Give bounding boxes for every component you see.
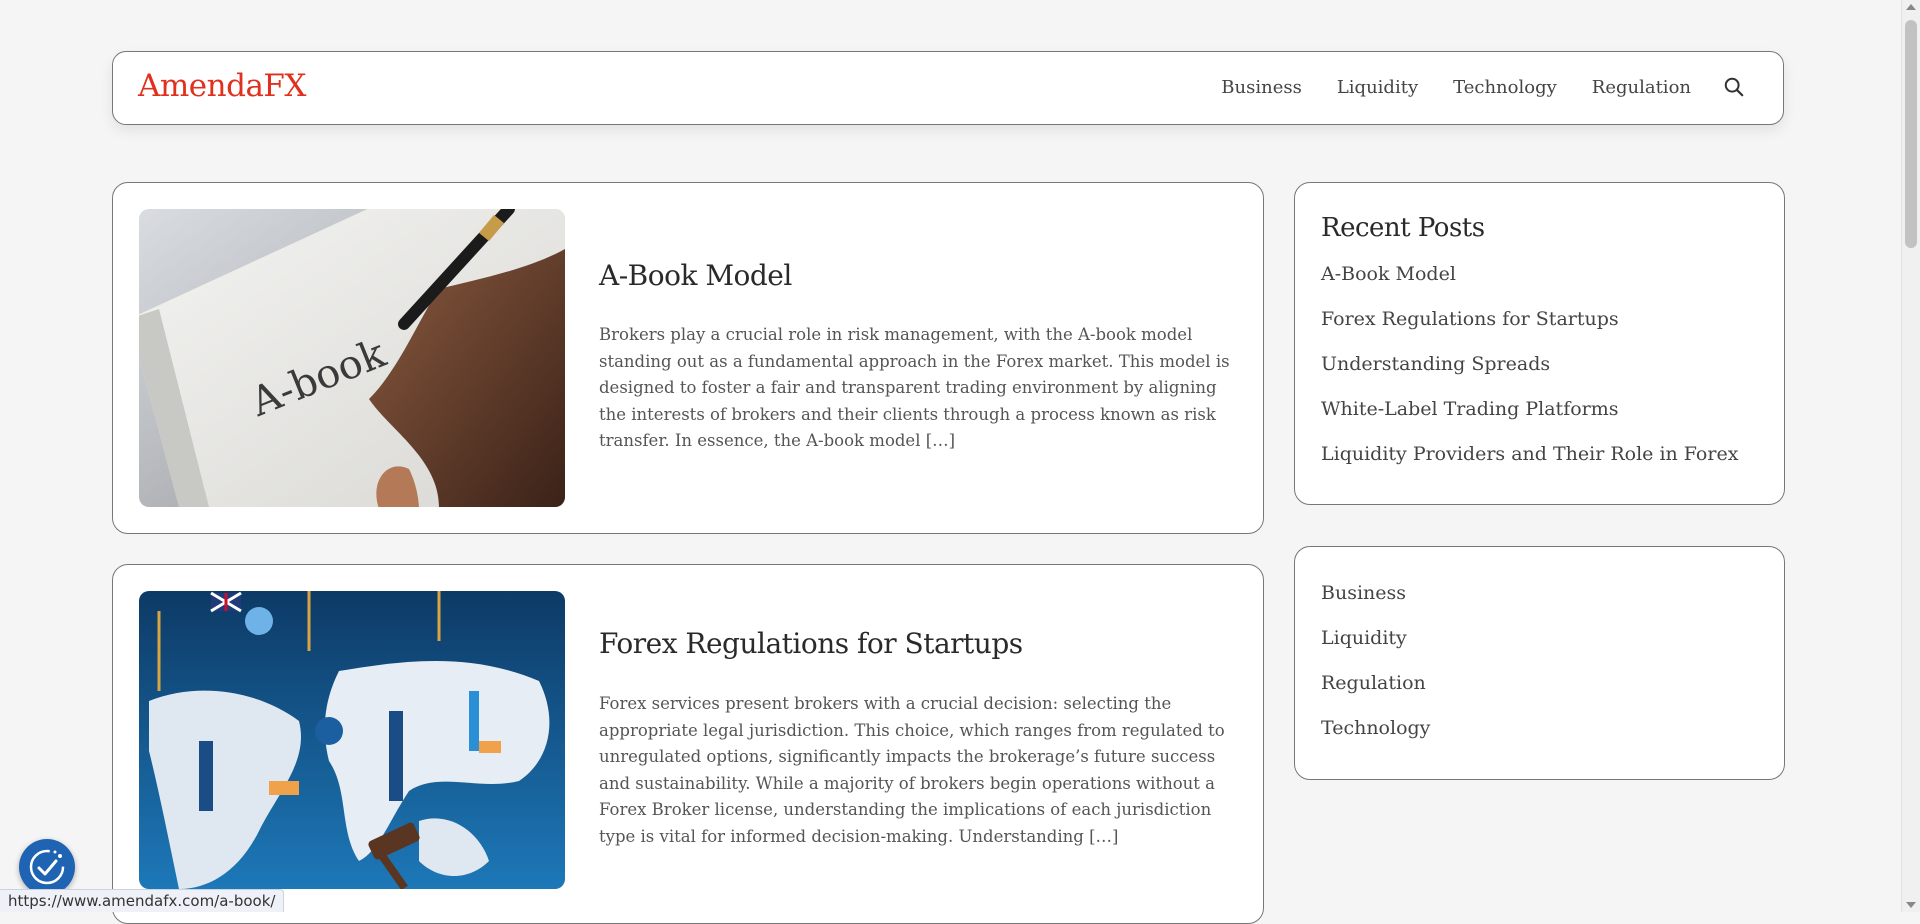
nav-liquidity[interactable]: Liquidity <box>1337 77 1418 98</box>
recent-posts-list: A-Book Model Forex Regulations for Start… <box>1321 263 1738 488</box>
cookie-consent-button[interactable] <box>19 839 75 895</box>
nav-business[interactable]: Business <box>1221 77 1302 98</box>
post-card: Forex Regulations for Startups Forex ser… <box>112 564 1264 924</box>
post-title[interactable]: Forex Regulations for Startups <box>599 627 1023 660</box>
recent-post-link[interactable]: Understanding Spreads <box>1321 353 1550 375</box>
scroll-up-arrow-icon[interactable] <box>1906 4 1916 10</box>
cookie-check-icon <box>29 849 65 885</box>
list-item: White-Label Trading Platforms <box>1321 398 1738 443</box>
recent-post-link[interactable]: Liquidity Providers and Their Role in Fo… <box>1321 443 1738 465</box>
category-link-technology[interactable]: Technology <box>1321 717 1430 739</box>
recent-post-link[interactable]: A-Book Model <box>1321 263 1456 285</box>
forex-map-image <box>139 591 565 889</box>
recent-post-link[interactable]: Forex Regulations for Startups <box>1321 308 1619 330</box>
scrollbar-thumb[interactable] <box>1905 20 1917 248</box>
main-nav: Business Liquidity Technology Regulation <box>1186 76 1745 98</box>
list-item: A-Book Model <box>1321 263 1738 308</box>
list-item: Liquidity Providers and Their Role in Fo… <box>1321 443 1738 488</box>
recent-post-link[interactable]: White-Label Trading Platforms <box>1321 398 1619 420</box>
recent-posts-title: Recent Posts <box>1321 213 1485 243</box>
category-link-regulation[interactable]: Regulation <box>1321 672 1426 694</box>
category-link-liquidity[interactable]: Liquidity <box>1321 627 1407 649</box>
site-logo[interactable]: AmendaFX <box>138 68 307 104</box>
list-item: Regulation <box>1321 672 1430 717</box>
search-icon[interactable] <box>1723 76 1745 98</box>
list-item: Technology <box>1321 717 1430 762</box>
post-thumbnail[interactable] <box>139 591 565 889</box>
post-thumbnail[interactable]: A-book <box>139 209 565 507</box>
post-excerpt: Brokers play a crucial role in risk mana… <box>599 325 1230 451</box>
recent-posts-widget: Recent Posts A-Book Model Forex Regulati… <box>1294 182 1785 505</box>
list-item: Business <box>1321 582 1430 627</box>
list-item: Understanding Spreads <box>1321 353 1738 398</box>
post-excerpt: Forex services present brokers with a cr… <box>599 694 1225 846</box>
categories-widget: Business Liquidity Regulation Technology <box>1294 546 1785 780</box>
nav-technology[interactable]: Technology <box>1453 77 1557 98</box>
category-link-business[interactable]: Business <box>1321 582 1406 604</box>
a-book-image: A-book <box>139 209 565 507</box>
post-card: A-book A-Book Model Brokers play a cruci… <box>112 182 1264 534</box>
list-item: Forex Regulations for Startups <box>1321 308 1738 353</box>
categories-list: Business Liquidity Regulation Technology <box>1321 582 1430 762</box>
scroll-down-arrow-icon[interactable] <box>1906 902 1916 908</box>
site-header: AmendaFX Business Liquidity Technology R… <box>112 51 1784 125</box>
list-item: Liquidity <box>1321 627 1430 672</box>
post-title[interactable]: A-Book Model <box>599 259 792 292</box>
page-scrollbar[interactable] <box>1901 0 1920 912</box>
nav-regulation[interactable]: Regulation <box>1592 77 1691 98</box>
status-bar-url: https://www.amendafx.com/a-book/ <box>0 889 285 912</box>
